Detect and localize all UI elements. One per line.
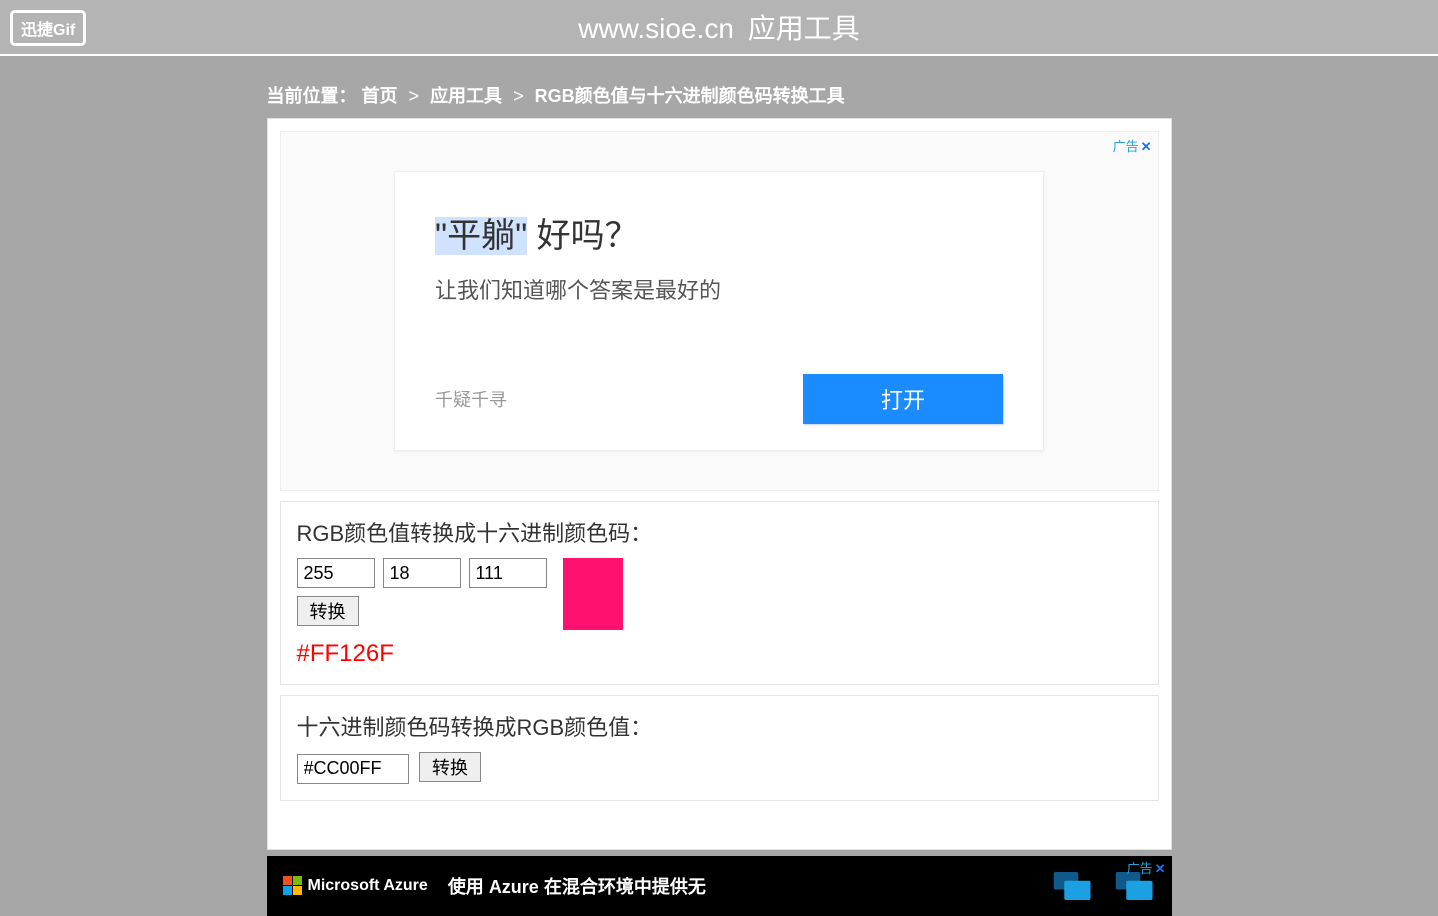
breadcrumb-wrap: 当前位置： 首页 > 应用工具 > RGB颜色值与十六进制颜色码转换工具	[267, 74, 1172, 118]
ad-headline: "平躺" 好吗？	[435, 208, 1003, 257]
ad-tag-label: 广告	[1113, 139, 1139, 154]
close-icon[interactable]: ✕	[1155, 861, 1166, 876]
cloud-icon	[1052, 868, 1094, 904]
rgb-b-input[interactable]	[469, 558, 547, 588]
ad-open-button[interactable]: 打开	[803, 374, 1003, 424]
hex-to-rgb-section: 十六进制颜色码转换成RGB颜色值： 转换	[280, 695, 1159, 801]
ad-source: 千疑千寻	[435, 386, 507, 412]
ad-bottom: 千疑千寻 打开	[435, 374, 1003, 424]
ad-subtitle: 让我们知道哪个答案是最好的	[435, 273, 1003, 305]
spacer	[0, 56, 1438, 74]
header-title: www.sioe.cn 应用工具	[578, 7, 859, 47]
rgb-to-hex-label: RGB颜色值转换成十六进制颜色码：	[297, 516, 1142, 548]
breadcrumb-prefix: 当前位置：	[267, 86, 357, 106]
color-swatch	[563, 558, 623, 630]
footer-ad-text: 使用 Azure 在混合环境中提供无	[448, 873, 1032, 899]
main-panel: 广告✕ "平躺" 好吗？ 让我们知道哪个答案是最好的 千疑千寻 打开 RGB颜色…	[267, 118, 1172, 850]
rgb-r-input[interactable]	[297, 558, 375, 588]
rgb-to-hex-section: RGB颜色值转换成十六进制颜色码： 转换 #FF126F	[280, 501, 1159, 685]
hex-input[interactable]	[297, 754, 409, 784]
breadcrumb-tools[interactable]: 应用工具	[430, 86, 502, 106]
swatch-wrap	[563, 558, 623, 630]
breadcrumb-sep: >	[409, 86, 420, 106]
breadcrumb-home[interactable]: 首页	[362, 86, 398, 106]
ad-tag: 广告✕	[1127, 858, 1166, 877]
header-domain: www.sioe.cn	[578, 13, 734, 44]
header-bar: 迅捷Gif www.sioe.cn 应用工具	[0, 0, 1438, 56]
hex-convert-button[interactable]: 转换	[419, 752, 481, 782]
close-icon[interactable]: ✕	[1141, 139, 1152, 154]
ad-headline-rest: 好吗？	[527, 217, 638, 255]
header-logo[interactable]: 迅捷Gif	[10, 10, 86, 46]
ad-tag: 广告✕	[1113, 136, 1152, 155]
ad-card[interactable]: "平躺" 好吗？ 让我们知道哪个答案是最好的 千疑千寻 打开	[394, 171, 1044, 451]
azure-brand: Microsoft Azure	[308, 877, 428, 895]
breadcrumb: 当前位置： 首页 > 应用工具 > RGB颜色值与十六进制颜色码转换工具	[267, 82, 1172, 108]
ad-tag-label: 广告	[1127, 861, 1153, 876]
ad-headline-highlight: "平躺"	[435, 217, 527, 255]
microsoft-icon	[283, 876, 302, 895]
footer-ad[interactable]: 广告✕ Microsoft Azure 使用 Azure 在混合环境中提供无	[267, 856, 1172, 916]
rgb-convert-button[interactable]: 转换	[297, 596, 359, 626]
breadcrumb-current: RGB颜色值与十六进制颜色码转换工具	[535, 86, 845, 106]
header-label: 应用工具	[748, 13, 860, 44]
breadcrumb-sep: >	[513, 86, 524, 106]
azure-logo: Microsoft Azure	[283, 876, 428, 895]
bottom-gap	[280, 801, 1159, 837]
hex-to-rgb-label: 十六进制颜色码转换成RGB颜色值：	[297, 710, 1142, 742]
ad-block-top: 广告✕ "平躺" 好吗？ 让我们知道哪个答案是最好的 千疑千寻 打开	[280, 131, 1159, 491]
rgb-g-input[interactable]	[383, 558, 461, 588]
hex-result: #FF126F	[297, 640, 1142, 668]
